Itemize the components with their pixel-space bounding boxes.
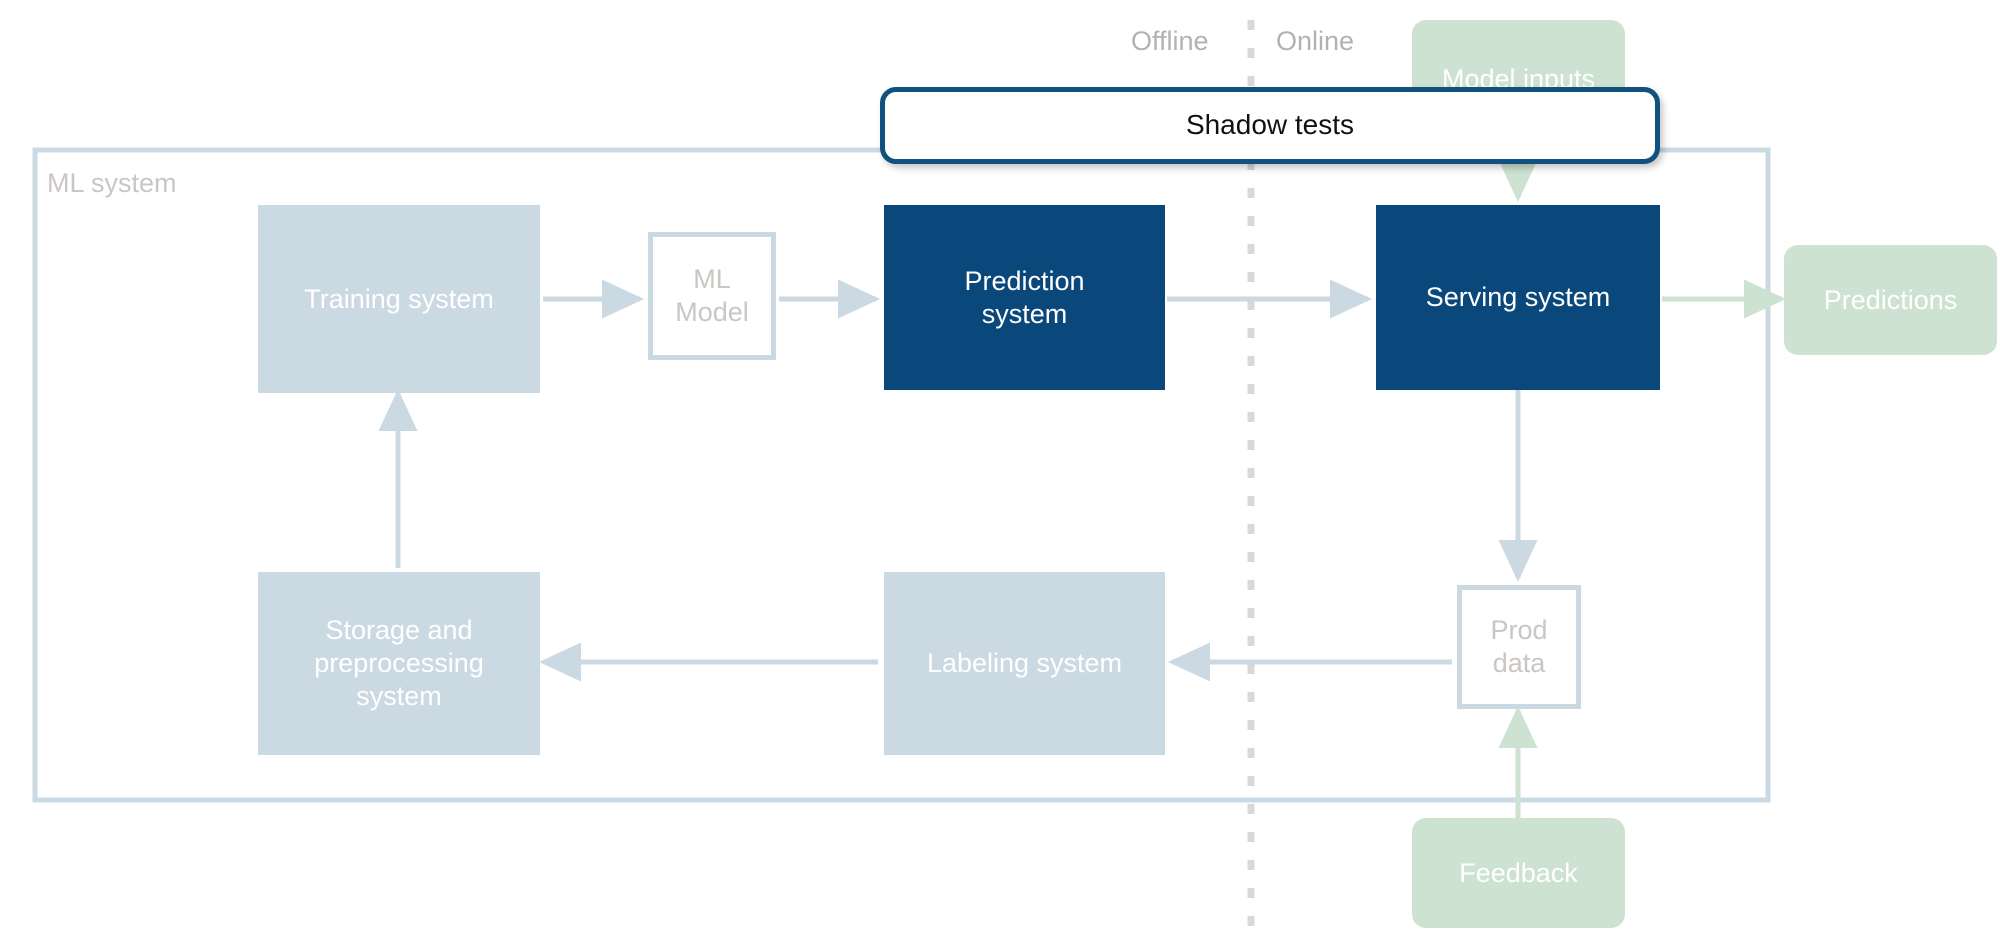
node-prediction-system[interactable]: Prediction system	[884, 205, 1165, 390]
node-shadow-tests[interactable]: Shadow tests	[880, 87, 1660, 164]
node-storage-label-line3: system	[356, 680, 442, 711]
node-storage-preprocessing-system[interactable]: Storage and preprocessing system	[258, 572, 540, 755]
node-ml-model[interactable]: ML Model	[648, 232, 776, 360]
ml-system-label: ML system	[47, 168, 177, 198]
node-labeling-system-label: Labeling system	[926, 648, 1123, 679]
node-training-system-label: Training system	[304, 283, 494, 314]
offline-label: Offline	[1131, 26, 1209, 56]
node-shadow-tests-label: Shadow tests	[1185, 109, 1355, 141]
node-storage-label-line2: preprocessing	[314, 648, 484, 679]
node-storage-label-line1: Storage and	[325, 615, 473, 646]
online-label: Online	[1276, 26, 1355, 56]
node-predictions[interactable]: Predictions	[1784, 245, 1997, 355]
node-prediction-system-label-line1: Prediction	[964, 265, 1085, 296]
node-feedback-label: Feedback	[1459, 857, 1578, 888]
node-prediction-system-label-line2: system	[981, 298, 1068, 329]
node-ml-model-label-line1: ML	[693, 264, 731, 295]
node-serving-system-label: Serving system	[1425, 282, 1611, 313]
node-labeling-system[interactable]: Labeling system	[884, 572, 1165, 755]
node-prod-data[interactable]: Prod data	[1457, 585, 1581, 709]
node-predictions-label: Predictions	[1823, 284, 1958, 315]
node-training-system[interactable]: Training system	[258, 205, 540, 393]
node-serving-system[interactable]: Serving system	[1376, 205, 1660, 390]
node-ml-model-label-line2: Model	[675, 297, 749, 327]
node-prod-data-label-line2: data	[1492, 648, 1546, 678]
node-feedback[interactable]: Feedback	[1412, 818, 1625, 928]
diagram-canvas: ML system Offline Online Model inputs Sh…	[0, 0, 2008, 936]
node-prod-data-label-line1: Prod	[1490, 615, 1548, 646]
